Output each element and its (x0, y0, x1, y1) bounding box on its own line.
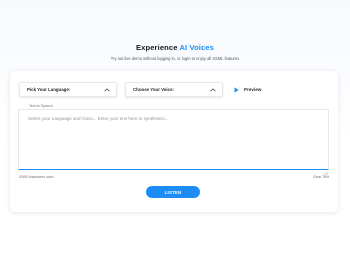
language-dropdown[interactable]: Pick Your Language: (19, 82, 117, 97)
tts-card: Pick Your Language: Choose Your Voice: P… (10, 71, 338, 212)
chevron-down-icon (209, 86, 217, 94)
character-count: 0/500 characters used (19, 175, 54, 179)
page-title: Experience AI Voices (0, 43, 350, 52)
page-subtitle: Try out live demo without logging in, or… (110, 56, 240, 61)
title-prefix: Experience (136, 43, 178, 52)
listen-button[interactable]: LISTEN (146, 186, 200, 198)
chevron-down-icon (103, 86, 111, 94)
voice-dropdown[interactable]: Choose Your Voice: (125, 82, 223, 97)
resize-grip-icon[interactable] (323, 163, 328, 176)
text-input[interactable] (18, 109, 329, 170)
language-dropdown-label: Pick Your Language: (27, 87, 71, 92)
preview-label: Preview (244, 87, 262, 92)
title-accent: AI Voices (179, 43, 214, 52)
text-to-speech-label: Text to Speech (29, 104, 53, 108)
play-icon (232, 86, 240, 94)
clear-text-link[interactable]: Clear Text (313, 175, 329, 179)
voice-dropdown-label: Choose Your Voice: (133, 87, 174, 92)
preview-button[interactable]: Preview (232, 82, 261, 97)
